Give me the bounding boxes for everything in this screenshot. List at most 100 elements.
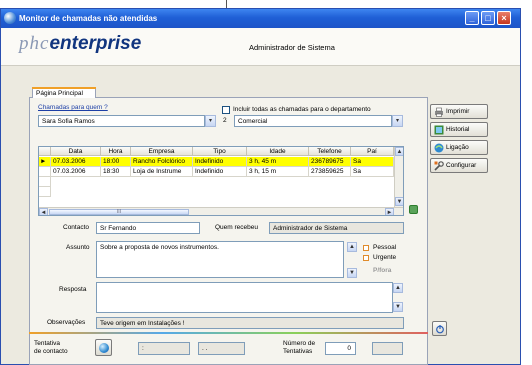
- row-header-corner: [39, 147, 51, 156]
- urgent-checkbox[interactable]: [363, 255, 369, 261]
- col-header-data[interactable]: Data: [51, 147, 101, 156]
- col-header-telefone[interactable]: Telefone: [309, 147, 351, 156]
- attempt-date-field: . .: [198, 342, 245, 355]
- cell-tipo: Indefinido: [193, 157, 247, 167]
- tab-pagina-principal[interactable]: Página Principal: [32, 87, 96, 98]
- calls-for-label[interactable]: Chamadas para quem ?: [38, 104, 108, 111]
- tab-accent: [32, 87, 96, 89]
- app-header: phcenterprise Administrador de Sistema: [1, 28, 520, 66]
- tab-label: Página Principal: [36, 90, 83, 97]
- table-row[interactable]: 07.03.2006 18:30 Loja de Instrume Indefi…: [39, 167, 394, 177]
- row-selector: [39, 177, 51, 187]
- cell-idade: 3 h, 45 m: [247, 157, 309, 167]
- reply-field[interactable]: [96, 282, 393, 313]
- close-button[interactable]: ×: [497, 11, 511, 25]
- subject-label: Assunto: [66, 244, 90, 251]
- cell-tipo: Indefinido: [193, 167, 247, 177]
- contact-label: Contacto: [63, 224, 90, 231]
- notes-field: Teve origem em Instalações !: [96, 317, 404, 329]
- cell-empresa: Loja de Instrume: [131, 167, 193, 177]
- dept-dropdown-icon[interactable]: ▾: [392, 115, 403, 127]
- blank-status-field: [372, 342, 403, 355]
- wrench-icon: [434, 161, 444, 171]
- col-header-tipo[interactable]: Tipo: [193, 147, 247, 156]
- received-by-label: Quem recebeu: [215, 224, 258, 231]
- col-header-pais[interactable]: Paí: [351, 147, 394, 156]
- window-title: Monitor de chamadas não atendidas: [19, 14, 158, 23]
- register-attempt-button[interactable]: [95, 339, 112, 356]
- reply-label: Resposta: [59, 286, 87, 293]
- reply-scroll-down-icon[interactable]: ▼: [393, 302, 403, 312]
- row-pointer-icon: ►: [39, 157, 51, 167]
- table-row[interactable]: ► 07.03.2006 18:00 Rancho Folclórico Ind…: [39, 157, 394, 167]
- include-dept-checkbox[interactable]: [222, 106, 230, 114]
- calls-table: Data Hora Empresa Tipo Idade Telefone Pa…: [38, 146, 404, 216]
- dept-select[interactable]: Comercial: [234, 115, 392, 127]
- app-window: Monitor de chamadas não atendidas _ □ × …: [0, 8, 521, 365]
- cell-telefone: 273859625: [309, 167, 351, 177]
- num-attempts-label-1: Número de: [283, 340, 316, 347]
- pfora-label: P/fora: [373, 267, 392, 274]
- col-header-empresa[interactable]: Empresa: [131, 147, 193, 156]
- table-horizontal-scrollbar[interactable]: ◄ III ►: [39, 207, 403, 215]
- cell-hora: 18:30: [101, 167, 131, 177]
- col-header-hora[interactable]: Hora: [101, 147, 131, 156]
- app-globe-icon: [4, 12, 16, 24]
- cell-telefone: 236789675: [309, 157, 351, 167]
- col-header-idade[interactable]: Idade: [247, 147, 309, 156]
- reply-scroll-up-icon[interactable]: ▲: [393, 283, 403, 293]
- attempt-label-2: de contacto: [34, 348, 68, 355]
- link-label: Ligação: [446, 144, 469, 151]
- table-row-empty: [39, 187, 394, 197]
- subject-field[interactable]: Sobre a proposta de novos instrumentos.: [96, 241, 344, 278]
- table-vertical-scrollbar[interactable]: ▲ ▼: [394, 147, 403, 207]
- history-button[interactable]: Historial: [430, 122, 488, 137]
- dept-number: 2: [223, 117, 227, 124]
- printer-icon: [435, 107, 443, 117]
- scroll-thumb[interactable]: III: [49, 209, 189, 215]
- cell-data: 07.03.2006: [51, 157, 101, 167]
- phc-enterprise-logo: phcenterprise: [19, 33, 141, 55]
- power-button[interactable]: [432, 321, 447, 336]
- attempt-time-field: :: [138, 342, 190, 355]
- table-row-empty: [39, 177, 394, 187]
- notes-label: Observações: [47, 319, 86, 326]
- logo-enterprise: enterprise: [49, 33, 142, 54]
- contact-field[interactable]: Sr Fernando: [96, 222, 200, 234]
- configure-button[interactable]: Configurar: [430, 158, 488, 173]
- maximize-button[interactable]: □: [481, 11, 495, 25]
- num-attempts-label-2: Tentativas: [283, 348, 313, 355]
- num-attempts-field[interactable]: 0: [325, 342, 356, 355]
- link-button[interactable]: Ligação: [430, 140, 488, 155]
- configure-label: Configurar: [446, 162, 477, 169]
- print-label: Imprimir: [446, 108, 470, 115]
- received-by-field: Administrador de Sistema: [269, 222, 404, 234]
- power-icon: [436, 325, 444, 334]
- title-bar[interactable]: Monitor de chamadas não atendidas _ □ ×: [1, 9, 520, 28]
- scroll-right-icon[interactable]: ►: [385, 208, 394, 215]
- link-icon: [434, 143, 444, 153]
- globe-phone-icon: [99, 343, 109, 353]
- minimize-button[interactable]: _: [465, 11, 479, 25]
- personal-label: Pessoal: [373, 244, 397, 251]
- print-button[interactable]: Imprimir: [430, 104, 488, 119]
- cell-idade: 3 h, 15 m: [247, 167, 309, 177]
- row-selector: [39, 167, 51, 177]
- history-icon: [434, 125, 444, 135]
- cell-data: 07.03.2006: [51, 167, 101, 177]
- cell-empresa: Rancho Folclórico: [131, 157, 193, 167]
- logo-phc: phc: [19, 33, 50, 54]
- scroll-left-icon[interactable]: ◄: [39, 208, 48, 215]
- cell-pais: Sa: [351, 167, 394, 177]
- refresh-icon[interactable]: [409, 205, 418, 214]
- scroll-down-icon[interactable]: ▼: [395, 197, 403, 206]
- calls-for-select[interactable]: Sara Sofia Ramos: [38, 115, 205, 127]
- personal-checkbox[interactable]: [363, 245, 369, 251]
- subject-scroll-down-icon[interactable]: ▼: [347, 268, 357, 278]
- calls-for-dropdown-icon[interactable]: ▾: [205, 115, 216, 127]
- history-label: Historial: [446, 126, 470, 133]
- subject-scroll-up-icon[interactable]: ▲: [347, 242, 357, 252]
- scroll-up-icon[interactable]: ▲: [395, 147, 403, 156]
- row-selector: [39, 187, 51, 197]
- cell-hora: 18:00: [101, 157, 131, 167]
